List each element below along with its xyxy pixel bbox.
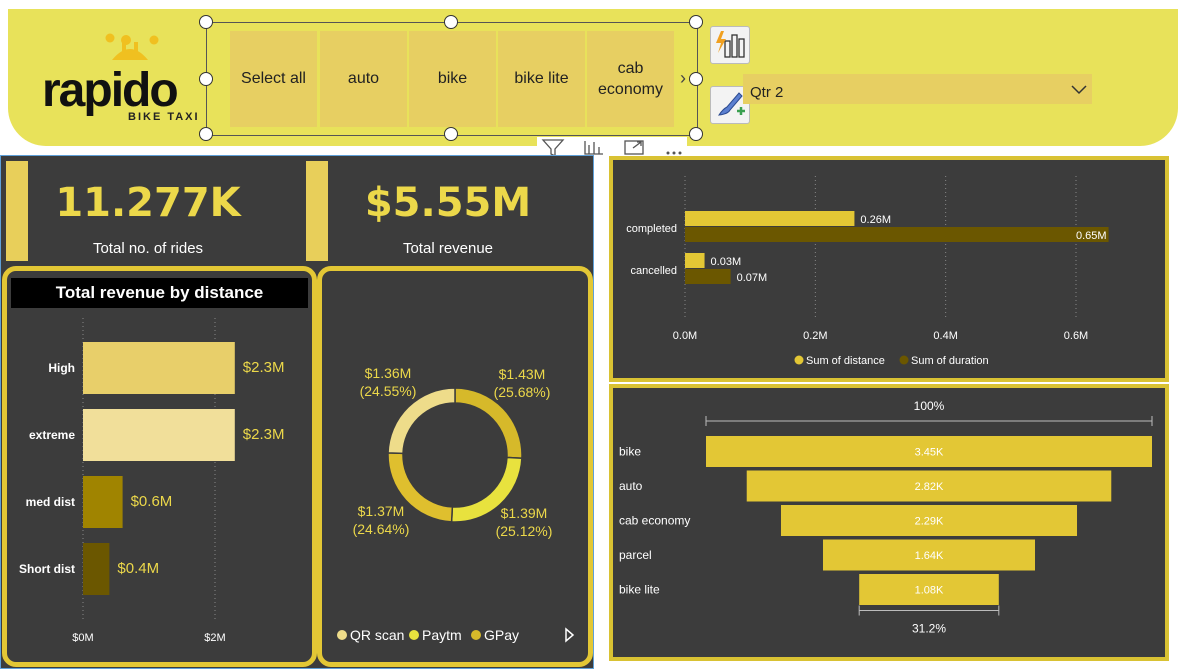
quarter-dropdown[interactable] (743, 74, 1092, 104)
slicer-selection-frame (206, 22, 698, 136)
legend-next-icon[interactable] (565, 627, 575, 643)
legend-label: Paytm (422, 627, 462, 643)
data-label: 0.07M (737, 272, 768, 284)
card-accent-bar (306, 161, 328, 261)
slice-value-label: $1.43M (499, 366, 546, 382)
filter-icon[interactable] (541, 139, 565, 158)
resize-handle[interactable] (199, 127, 213, 141)
data-label: 2.82K (915, 481, 944, 493)
chevron-down-icon[interactable] (1070, 84, 1088, 96)
data-label: 0.03M (711, 256, 742, 268)
slice-value-label: $1.37M (358, 503, 405, 519)
legend-label: Sum of distance (806, 355, 885, 367)
slice-percent-label: (24.64%) (353, 521, 410, 537)
quick-insights-button[interactable] (710, 26, 750, 64)
bar-short-dist (83, 543, 110, 595)
quarter-dropdown-value: Qtr 2 (750, 84, 784, 101)
bar-extreme (83, 409, 235, 461)
slice-percent-label: (25.12%) (496, 523, 553, 539)
legend-marker (409, 630, 419, 640)
category-label: completed (626, 223, 677, 235)
category-label: med dist (26, 495, 75, 509)
total-rides-value: 11.277K (55, 180, 241, 226)
category-label: High (48, 361, 75, 375)
x-tick-label: 0.2M (803, 330, 827, 342)
legend-label: GPay (484, 627, 519, 643)
legend-label: QR scan (350, 627, 404, 643)
x-tick-label: $0M (72, 632, 93, 644)
bar-high (83, 342, 235, 394)
category-label: bike lite (619, 583, 660, 597)
bar-sum-of-distance (685, 211, 855, 226)
category-label: Short dist (19, 562, 75, 576)
quick-insights-icon (716, 31, 745, 58)
category-label: cancelled (631, 265, 677, 277)
revenue-by-distance-title: Total revenue by distance (11, 278, 308, 308)
category-label: extreme (29, 428, 75, 442)
card-accent-bar (6, 161, 28, 261)
data-label: 0.26M (860, 214, 891, 226)
data-label: 3.45K (915, 447, 944, 459)
x-tick-label: 0.0M (673, 330, 697, 342)
data-label: 0.65M (1076, 230, 1107, 242)
legend-label: Sum of duration (911, 355, 989, 367)
legend-marker (899, 355, 909, 365)
data-label: $2.3M (243, 359, 285, 376)
category-label: parcel (619, 548, 652, 562)
x-tick-label: 0.6M (1064, 330, 1088, 342)
data-label: 1.64K (915, 550, 944, 562)
x-tick-label: 0.4M (933, 330, 957, 342)
bar-sum-of-duration (685, 269, 731, 284)
resize-handle[interactable] (199, 15, 213, 29)
category-label: cab economy (619, 514, 690, 528)
slice-value-label: $1.39M (501, 505, 548, 521)
logo-text: rapido (42, 64, 177, 117)
data-label: $2.3M (243, 426, 285, 443)
resize-handle[interactable] (689, 127, 703, 141)
category-label: auto (619, 479, 643, 493)
helmet-icon (105, 33, 159, 60)
resize-handle[interactable] (689, 72, 703, 86)
expand-icon[interactable] (624, 140, 644, 155)
slice-percent-label: (24.55%) (360, 383, 417, 399)
funnel-top-percent: 100% (914, 399, 945, 413)
category-label: bike (619, 445, 641, 459)
logo-subtext: BIKE TAXI (128, 111, 200, 123)
visual-header-toolbar (537, 137, 687, 158)
data-label: $0.6M (131, 493, 173, 510)
focus-mode-icon[interactable] (584, 141, 603, 155)
total-rides-label: Total no. of rides (92, 240, 204, 257)
resize-handle[interactable] (444, 127, 458, 141)
resize-handle[interactable] (444, 15, 458, 29)
bar-sum-of-distance (685, 253, 705, 268)
payment-method-donut-chart: $1.43M (25.68%) $1.39M (25.12%) $1.37M (24.64… (337, 365, 575, 643)
legend-marker (794, 355, 804, 365)
bar-sum-of-duration (685, 227, 1109, 242)
total-revenue-value: $5.55M (364, 180, 532, 226)
more-options-icon[interactable] (666, 151, 682, 155)
bar-med-dist (83, 476, 123, 528)
slice-percent-label: (25.68%) (494, 384, 551, 400)
data-label: 1.08K (915, 585, 944, 597)
rapido-logo: rapido BIKE TAXI (42, 33, 200, 123)
resize-handle[interactable] (199, 72, 213, 86)
ride-status-chart: 0.0M 0.2M 0.4M 0.6M completed 0.26M 0.65M cance… (626, 176, 1109, 367)
revenue-by-distance-chart: $0M $2M High $2.3M extreme $2.3M med dist $0.6M… (19, 318, 285, 644)
vehicle-type-funnel-chart: 100% bike 3.45K auto 2.82K cab economy 2.29K pa… (619, 399, 1153, 636)
slice-value-label: $1.36M (365, 365, 412, 381)
legend-marker (337, 630, 347, 640)
resize-handle[interactable] (689, 15, 703, 29)
data-label: $0.4M (117, 560, 159, 577)
data-label: 2.29K (915, 516, 944, 528)
x-tick-label: $2M (204, 632, 225, 644)
legend-marker (471, 630, 481, 640)
funnel-bottom-percent: 31.2% (912, 622, 946, 636)
total-revenue-label: Total revenue (402, 240, 494, 257)
